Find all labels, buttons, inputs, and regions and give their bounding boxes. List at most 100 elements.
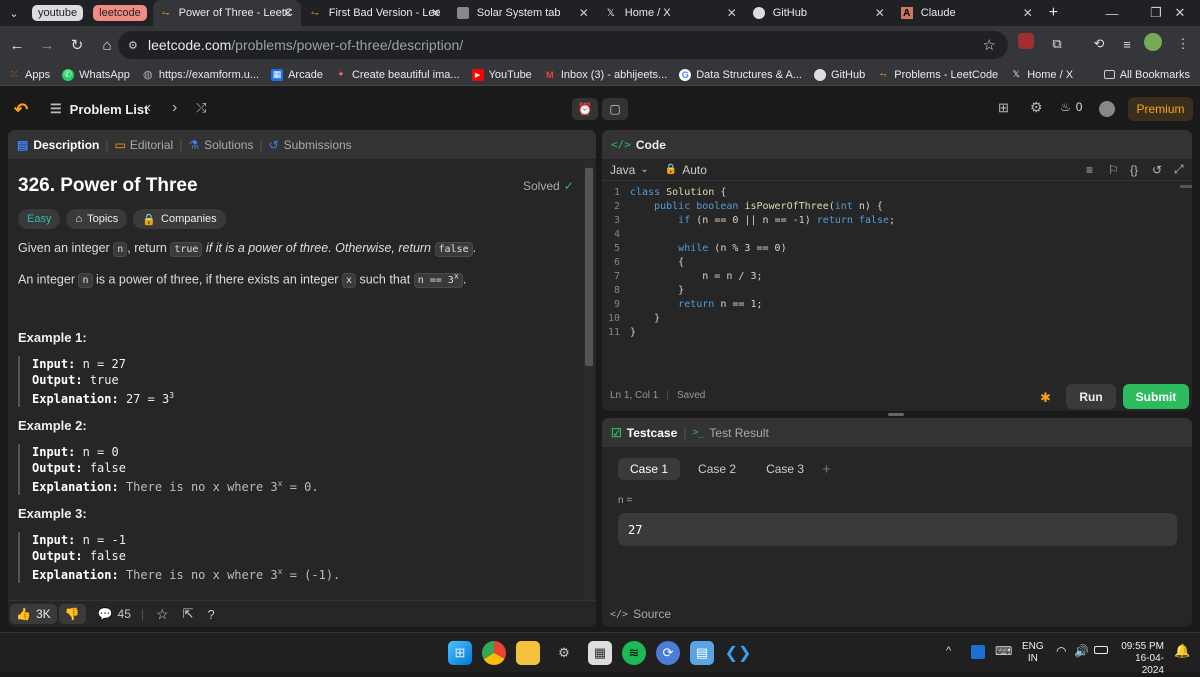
site-settings-icon[interactable]: ⚙ [128,39,138,52]
code-line[interactable]: 1 class Solution { [602,187,1182,201]
close-tab-icon[interactable]: ✕ [579,6,589,20]
close-tab-icon[interactable]: ✕ [875,6,885,20]
tab-solutions[interactable]: ⚗ Solutions [188,138,253,152]
tray-app-icon[interactable] [971,645,985,659]
prev-problem-icon[interactable]: ‹ [146,99,151,117]
companies-chip[interactable]: 🔒 Companies [133,209,226,229]
keyboard-icon[interactable]: ⌨ [995,644,1012,658]
settings-icon[interactable]: ⚙ [552,641,576,665]
language-indicator[interactable]: ENG IN [1022,641,1044,665]
tab-solar-system[interactable]: Solar System tab ✕ [449,0,597,26]
volume-icon[interactable]: 🔊 [1074,644,1089,658]
bookmark-gmail[interactable]: M Inbox (3) - abhijeets... [544,69,667,81]
notes-icon[interactable]: ▢ [602,98,628,120]
new-tab-button[interactable]: + [1041,0,1069,26]
leetcode-logo-icon[interactable]: ↶ [14,100,28,120]
spotify-icon[interactable]: ≋ [622,641,646,665]
tab-test-result[interactable]: >_ Test Result [692,426,768,440]
code-line[interactable]: 7 n = n / 3; [602,271,1182,285]
tab-home-x[interactable]: 𝕏 Home / X ✕ [597,0,745,26]
close-window-icon[interactable]: ✕ [1160,0,1200,26]
tab-testcase[interactable]: ☑ Testcase [611,426,677,440]
premium-button[interactable]: Premium [1128,97,1193,121]
code-line[interactable]: 6 { [602,257,1182,271]
code-line[interactable]: 3 if (n == 0 || n == -1) return false; [602,215,1182,229]
tab-first-bad-version[interactable]: ⥊ First Bad Version - Lee ✕ [301,0,449,26]
bookmark-dsa[interactable]: G Data Structures & A... [679,68,802,81]
notification-bell-icon[interactable]: 🔔 [1174,643,1190,659]
code-editor[interactable]: 1 class Solution {2 public boolean isPowe… [602,187,1182,347]
tab-power-of-three[interactable]: ⥊ Power of Three - LeetC ✕ [152,0,301,26]
bookmark-arcade[interactable]: ▦ Arcade [271,68,323,81]
testcase-input[interactable]: 27 [618,513,1177,546]
sync-app-icon[interactable]: ⟳ [656,641,680,665]
dislike-button[interactable]: 👎 [58,604,86,624]
code-line[interactable]: 10 } [602,313,1182,327]
code-line[interactable]: 9 return n == 1; [602,299,1182,313]
home-icon[interactable]: ⌂ [94,32,120,58]
tab-github[interactable]: GitHub ✕ [745,0,893,26]
battery-icon[interactable] [1094,646,1108,654]
close-tab-icon[interactable]: ✕ [283,6,293,20]
topics-chip[interactable]: ⌂ Topics [66,209,128,229]
next-problem-icon[interactable]: › [172,99,177,117]
reset-icon[interactable]: ↺ [1152,163,1162,177]
windows-start-icon[interactable]: ⊞ [448,641,472,665]
favorite-star-icon[interactable]: ☆ [156,606,169,623]
tab-group-youtube[interactable]: youtube [32,5,84,21]
help-icon[interactable]: ? [208,607,215,622]
bookmark-icon[interactable]: ⚐ [1108,163,1119,177]
reading-list-icon[interactable]: ≡ [1116,33,1138,55]
bookmark-create[interactable]: ✦ Create beautiful ima... [335,69,459,81]
debug-icon[interactable]: ✱ [1040,390,1051,406]
tab-submissions[interactable]: ↺ Submissions [269,138,352,152]
tray-overflow-icon[interactable]: ^ [946,645,951,657]
code-line[interactable]: 8 } [602,285,1182,299]
chrome-icon[interactable] [482,641,506,665]
code-line[interactable]: 5 while (n % 3 == 0) [602,243,1182,257]
description-scrollbar[interactable] [584,160,594,600]
editor-scrollbar[interactable] [1180,185,1192,188]
bookmark-home-x[interactable]: 𝕏 Home / X [1010,69,1074,81]
problem-list-button[interactable]: ☰ Problem List [50,101,148,117]
bookmark-star-icon[interactable]: ☆ [983,36,996,54]
file-explorer-icon[interactable] [516,641,540,665]
code-line[interactable]: 4 [602,229,1182,243]
address-bar[interactable]: ⚙ leetcode.com/problems/power-of-three/d… [118,31,1008,59]
vscode-icon[interactable]: ❮❯ [725,641,752,665]
store-icon[interactable]: ▦ [588,641,612,665]
shuffle-icon[interactable]: ⤮ [196,100,206,116]
share-icon[interactable]: ⇱ [183,606,194,622]
format-icon[interactable]: ≡ [1086,163,1093,177]
forward-icon[interactable]: → [34,32,60,58]
language-select[interactable]: Java ⌄ [610,163,649,177]
code-line[interactable]: 2 public boolean isPowerOfThree(int n) { [602,201,1182,215]
timer-icon[interactable]: ⏰ [572,98,598,120]
source-link[interactable]: </> Source [610,607,671,621]
code-line[interactable]: 11} [602,327,1182,341]
case-tab-1[interactable]: Case 1 [618,458,681,480]
fullscreen-icon[interactable]: ⤢ [1174,162,1184,177]
reload-icon[interactable]: ↻ [64,32,90,58]
scrollbar-thumb[interactable] [585,168,593,366]
tab-description[interactable]: ▤ Description [17,138,99,152]
bookmark-youtube[interactable]: ▶ YouTube [471,68,532,81]
tab-search-icon[interactable]: ⌄ [4,0,24,26]
settings-gear-icon[interactable]: ⚙ [1030,99,1043,116]
sync-icon[interactable]: ⟲ [1088,33,1110,55]
extension-icon[interactable] [1018,33,1034,49]
bookmark-examform[interactable]: ◍ https://examform.u... [142,69,259,82]
minimize-icon[interactable]: — [1090,0,1134,26]
profile-avatar[interactable] [1144,33,1162,51]
close-tab-icon[interactable]: ✕ [1023,6,1033,20]
braces-icon[interactable]: {} [1130,163,1138,177]
user-avatar[interactable] [1099,101,1115,117]
panel-resize-handle[interactable] [888,413,904,416]
bookmark-whatsapp[interactable]: ✆ WhatsApp [62,68,130,81]
bookmark-problems[interactable]: ⥊ Problems - LeetCode [877,69,999,81]
menu-dots-icon[interactable]: ⋮ [1172,33,1194,55]
case-tab-2[interactable]: Case 2 [686,458,748,480]
tab-group-leetcode[interactable]: leetcode [93,5,147,21]
tab-editorial[interactable]: ▭ Editorial [114,138,173,152]
submit-button[interactable]: Submit [1123,384,1189,409]
